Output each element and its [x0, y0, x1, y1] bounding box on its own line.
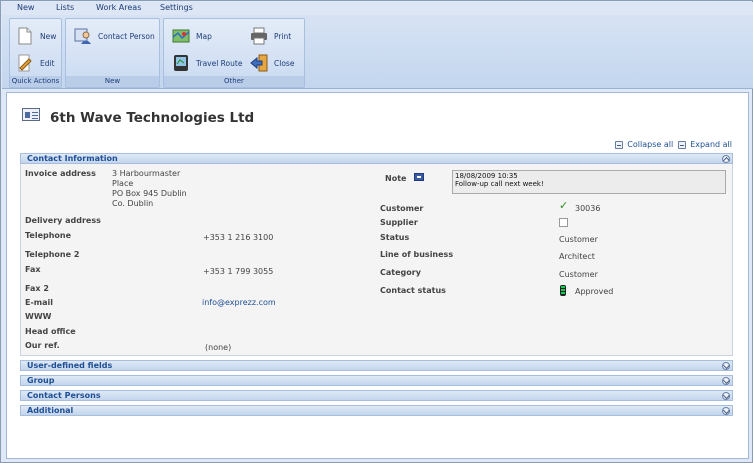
ribbon-group-new: Contact Person New: [65, 18, 160, 88]
expand-section-icon[interactable]: [722, 377, 730, 385]
fax-2-label: Fax 2: [25, 284, 49, 293]
telephone-value: +353 1 216 3100: [203, 233, 274, 242]
customer-number: 30036: [575, 204, 601, 213]
contact-person-icon: [74, 27, 92, 45]
ribbon-group-other: Map Print Travel Route Close Other: [163, 18, 305, 88]
traffic-light-icon: [560, 285, 566, 296]
expand-section-icon[interactable]: [722, 392, 730, 400]
new-group-label: New: [66, 76, 159, 87]
edit-button-label: Edit: [40, 58, 55, 68]
section-additional-label: Additional: [27, 406, 74, 415]
collapse-all-icon: [615, 140, 624, 149]
quick-actions-group-label: Quick Actions: [10, 76, 61, 87]
email-link[interactable]: info@exprezz.com: [202, 298, 276, 307]
ribbon-group-quick-actions: New Edit Quick Actions: [9, 18, 62, 88]
note-label: Note: [385, 174, 407, 183]
expand-section-icon[interactable]: [722, 407, 730, 415]
invoice-address-line-4: Co. Dublin: [112, 199, 154, 208]
content-panel: 6th Wave Technologies Ltd Collapse all E…: [6, 92, 749, 459]
menu-lists[interactable]: Lists: [56, 3, 74, 12]
contact-status-label: Contact status: [380, 286, 446, 295]
travel-route-label: Travel Route: [196, 58, 243, 68]
map-button[interactable]: Map: [172, 27, 212, 45]
section-user-defined-fields-label: User-defined fields: [27, 361, 113, 370]
email-label: E-mail: [25, 298, 54, 307]
menu-bar: New Lists Work Areas Settings: [2, 2, 753, 15]
note-text: Follow-up call next week!: [455, 180, 544, 188]
status-label: Status: [380, 233, 410, 242]
invoice-address-line-2: Place: [112, 179, 134, 188]
printer-icon: [250, 27, 268, 45]
new-document-icon: [16, 27, 34, 45]
supplier-checkbox[interactable]: [559, 218, 568, 227]
expand-all-link[interactable]: Expand all: [690, 140, 732, 149]
print-label: Print: [274, 31, 292, 41]
contact-status-value: Approved: [575, 287, 614, 296]
new-button[interactable]: New: [16, 27, 56, 45]
line-of-business-label: Line of business: [380, 250, 454, 259]
delivery-address-label: Delivery address: [25, 216, 101, 225]
note-date: 18/08/2009 10:35: [455, 172, 518, 180]
section-additional[interactable]: Additional: [20, 405, 733, 416]
our-ref-value: (none): [205, 343, 232, 352]
section-contact-information[interactable]: Contact Information: [20, 153, 733, 164]
fax-value: +353 1 799 3055: [203, 267, 274, 276]
invoice-address-line-3: PO Box 945 Dublin: [112, 189, 187, 198]
print-button[interactable]: Print: [250, 27, 291, 45]
other-group-label: Other: [164, 76, 304, 87]
contact-person-button[interactable]: Contact Person: [74, 27, 155, 45]
customer-label: Customer: [380, 204, 424, 213]
www-label: WWW: [25, 312, 52, 321]
contact-person-label: Contact Person: [98, 31, 155, 41]
note-box[interactable]: 18/08/2009 10:35 Follow-up call next wee…: [452, 170, 726, 194]
expand-all-icon: [678, 140, 687, 149]
edit-button[interactable]: Edit: [16, 54, 55, 72]
menu-work-areas[interactable]: Work Areas: [96, 3, 141, 12]
edit-pencil-icon: [16, 54, 34, 72]
line-of-business-value: Architect: [559, 252, 595, 261]
app-window: New Lists Work Areas Settings New Edit Q…: [0, 0, 753, 463]
invoice-address-label: Invoice address: [25, 169, 96, 178]
map-icon: [172, 27, 190, 45]
section-contact-information-label: Contact Information: [27, 154, 118, 163]
telephone-label: Telephone: [25, 231, 72, 240]
menu-new[interactable]: New: [17, 3, 34, 12]
our-ref-label: Our ref.: [25, 341, 60, 350]
telephone-2-label: Telephone 2: [25, 250, 80, 259]
note-icon[interactable]: [414, 173, 424, 181]
menu-settings[interactable]: Settings: [160, 3, 193, 12]
collapse-all-link[interactable]: Collapse all: [627, 140, 673, 149]
invoice-address-line-1: 3 Harbourmaster: [112, 169, 181, 178]
close-exit-icon: [250, 54, 268, 72]
page-title: 6th Wave Technologies Ltd: [50, 110, 255, 126]
collapse-expand-links: Collapse all Expand all: [615, 140, 732, 149]
travel-route-icon: [172, 54, 190, 72]
customer-checkbox[interactable]: ✓: [559, 199, 568, 212]
travel-route-button[interactable]: Travel Route: [172, 54, 242, 72]
category-label: Category: [380, 268, 421, 277]
new-button-label: New: [40, 31, 57, 41]
expand-section-icon[interactable]: [722, 362, 730, 370]
map-label: Map: [196, 31, 212, 41]
status-value: Customer: [559, 235, 598, 244]
company-card-icon: [22, 108, 40, 121]
head-office-label: Head office: [25, 327, 76, 336]
category-value: Customer: [559, 270, 598, 279]
supplier-label: Supplier: [380, 218, 418, 227]
section-contact-persons[interactable]: Contact Persons: [20, 390, 733, 401]
section-group[interactable]: Group: [20, 375, 733, 386]
ribbon: New Edit Quick Actions Contact Person Ne…: [2, 15, 753, 89]
close-button[interactable]: Close: [250, 54, 294, 72]
section-contact-persons-label: Contact Persons: [27, 391, 101, 400]
collapse-section-icon[interactable]: [722, 155, 730, 163]
fax-label: Fax: [25, 265, 41, 274]
close-label: Close: [274, 58, 295, 68]
section-user-defined-fields[interactable]: User-defined fields: [20, 360, 733, 371]
section-group-label: Group: [27, 376, 55, 385]
